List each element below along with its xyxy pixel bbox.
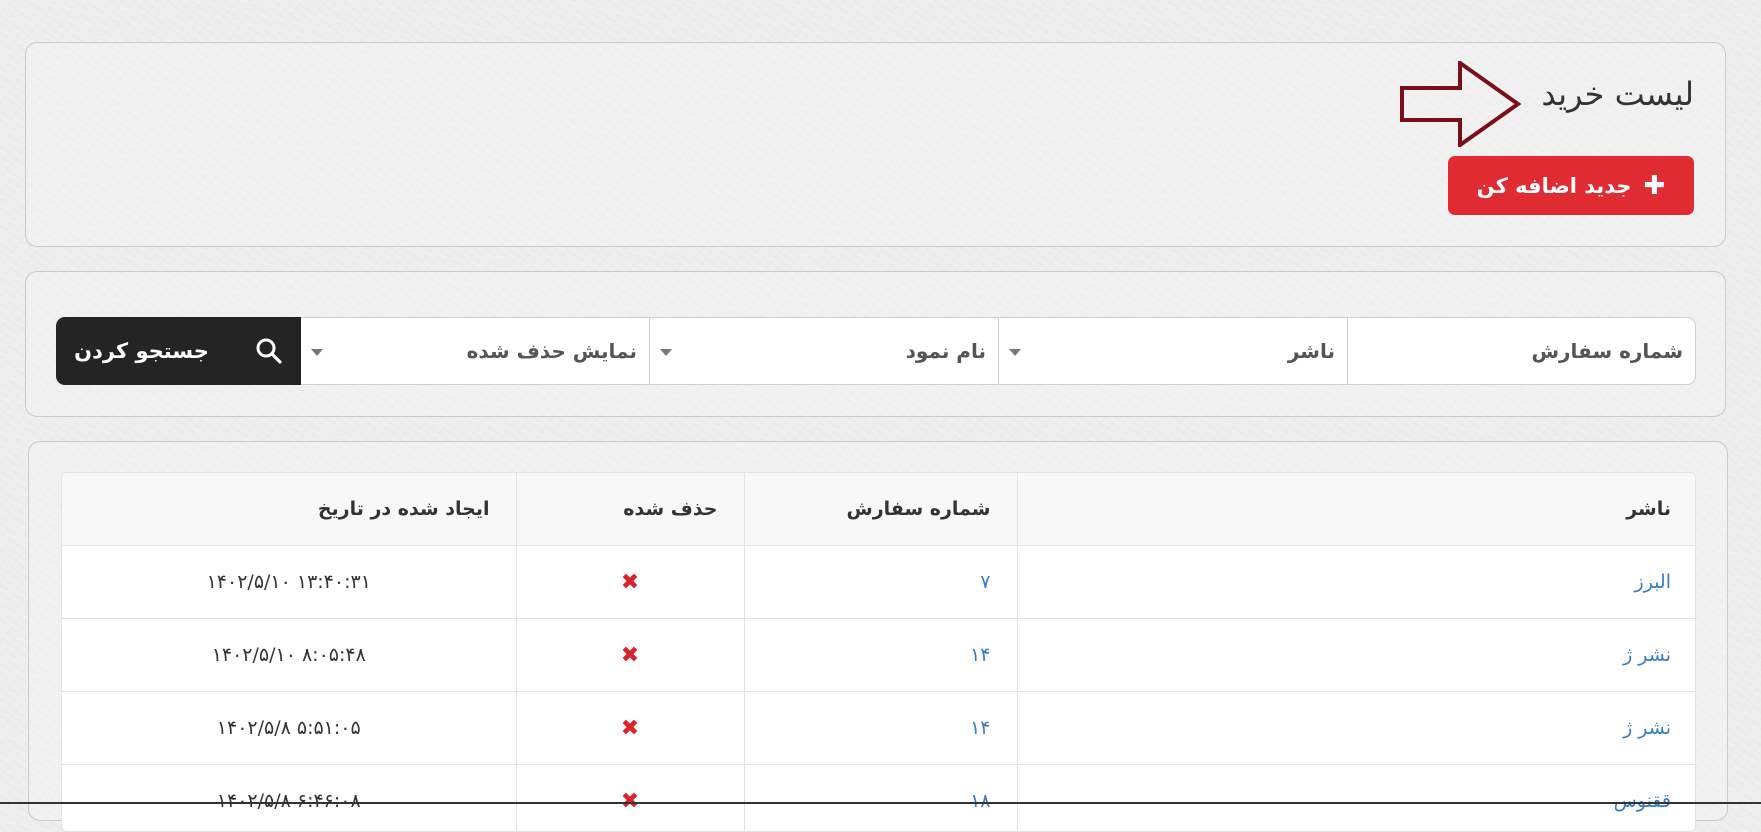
order-number-link[interactable]: ۱۸ (744, 765, 1017, 832)
publisher-link[interactable]: نشر ژ (1017, 692, 1696, 765)
orders-table-wrapper: ناشر شماره سفارش حذف شده ایجاد شده در تا… (61, 472, 1696, 832)
close-icon: ✖ (621, 716, 639, 741)
created-date: ۱۴۰۲/۵/۱۰ ۱۳:۴۰:۳۱ (62, 546, 516, 619)
close-icon: ✖ (621, 570, 639, 595)
namnamud-select[interactable]: نام نمود (650, 317, 999, 385)
publisher-link[interactable]: البرز (1017, 546, 1696, 619)
search-button-label: جستجو کردن (74, 339, 209, 363)
created-date: ۱۴۰۲/۵/۸ ۶:۴۶:۰۸ (62, 765, 516, 832)
created-date: ۱۴۰۲/۵/۱۰ ۸:۰۵:۴۸ (62, 619, 516, 692)
table-row: نشر ژ ۱۴ ✖ ۱۴۰۲/۵/۸ ۵:۵۱:۰۵ (62, 692, 1696, 765)
publisher-link[interactable]: ققنوس (1017, 765, 1696, 832)
chevron-down-icon (660, 349, 672, 356)
order-number-placeholder: شماره سفارش (1531, 339, 1683, 363)
close-icon: ✖ (621, 789, 639, 814)
publisher-select-label: ناشر (1288, 339, 1335, 363)
table-row: نشر ژ ۱۴ ✖ ۱۴۰۲/۵/۱۰ ۸:۰۵:۴۸ (62, 619, 1696, 692)
arrow-annotation-icon (1400, 61, 1522, 147)
created-date: ۱۴۰۲/۵/۸ ۵:۵۱:۰۵ (62, 692, 516, 765)
chevron-down-icon (311, 349, 323, 356)
search-button[interactable]: جستجو کردن (56, 317, 301, 385)
show-deleted-select-label: نمایش حذف شده (467, 339, 637, 363)
publisher-select[interactable]: ناشر (999, 317, 1348, 385)
table-row: البرز ۷ ✖ ۱۴۰۲/۵/۱۰ ۱۳:۴۰:۳۱ (62, 546, 1696, 619)
table-card: ناشر شماره سفارش حذف شده ایجاد شده در تا… (28, 441, 1728, 821)
filter-bar: شماره سفارش ناشر نام نمود نمایش حذف شده … (56, 317, 1696, 387)
orders-table: ناشر شماره سفارش حذف شده ایجاد شده در تا… (62, 473, 1696, 832)
add-new-button-label: جدید اضافه کن (1477, 174, 1632, 198)
plus-icon: ✚ (1644, 173, 1666, 199)
search-icon (255, 337, 283, 365)
order-number-input[interactable]: شماره سفارش (1348, 317, 1696, 385)
order-number-link[interactable]: ۷ (744, 546, 1017, 619)
table-row: ققنوس ۱۸ ✖ ۱۴۰۲/۵/۸ ۶:۴۶:۰۸ (62, 765, 1696, 832)
show-deleted-select[interactable]: نمایش حذف شده (301, 317, 650, 385)
close-icon: ✖ (621, 643, 639, 668)
column-header-publisher[interactable]: ناشر (1017, 473, 1696, 546)
column-header-created[interactable]: ایجاد شده در تاریخ (62, 473, 516, 546)
add-new-button[interactable]: ✚ جدید اضافه کن (1448, 156, 1694, 215)
filter-card: شماره سفارش ناشر نام نمود نمایش حذف شده … (25, 271, 1726, 417)
table-header-row: ناشر شماره سفارش حذف شده ایجاد شده در تا… (62, 473, 1696, 546)
header-card: لیست خرید ✚ جدید اضافه کن (25, 42, 1726, 247)
page-title: لیست خرید (1541, 75, 1694, 113)
chevron-down-icon (1009, 349, 1021, 356)
publisher-link[interactable]: نشر ژ (1017, 619, 1696, 692)
order-number-link[interactable]: ۱۴ (744, 692, 1017, 765)
column-header-deleted[interactable]: حذف شده (516, 473, 744, 546)
column-header-order-number[interactable]: شماره سفارش (744, 473, 1017, 546)
namnamud-select-label: نام نمود (906, 339, 986, 363)
order-number-link[interactable]: ۱۴ (744, 619, 1017, 692)
